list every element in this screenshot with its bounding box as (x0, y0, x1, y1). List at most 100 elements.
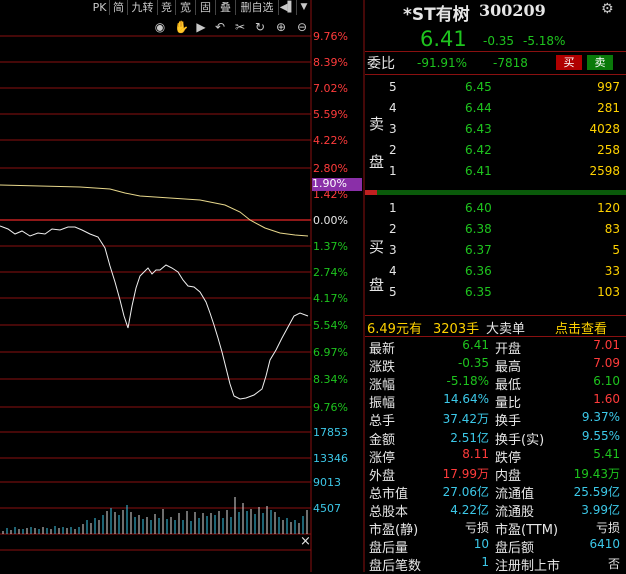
stat-value: 亏损 (464, 521, 489, 535)
stat-label: 最高 (495, 360, 522, 376)
order-level: 2 (389, 222, 397, 236)
stat-row: 盘后笔数 1 注册制上市 否 (365, 555, 626, 574)
stat-label: 注册制上市 (495, 559, 561, 574)
stat-value: 19.43万 (573, 466, 620, 481)
axis-label-pct: 7.02% (313, 82, 348, 95)
weibi-ratio: -91.91% (417, 56, 468, 70)
order-price: 6.35 (465, 285, 492, 299)
order-price: 6.36 (465, 264, 492, 278)
volume-bars (2, 497, 308, 534)
volume-axis-label: 4507 (313, 502, 341, 515)
stat-row: 外盘 17.99万 内盘 19.43万 (365, 465, 626, 484)
bigorder-link[interactable]: 点击查看 (555, 318, 607, 337)
stat-value: 37.42万 (442, 412, 489, 427)
stat-label: 涨停 (369, 450, 396, 466)
stat-row: 涨停 8.11 跌停 5.41 (365, 446, 626, 466)
stat-value: 17.99万 (442, 466, 489, 481)
buy-order-row[interactable]: 4 6.36 33 (365, 264, 626, 285)
stat-row: 总股本 4.22亿 流通股 3.99亿 (365, 501, 626, 520)
order-level: 4 (389, 264, 397, 278)
order-volume: 103 (597, 285, 620, 299)
stat-label: 振幅 (369, 396, 396, 412)
stat-value: 10 (473, 537, 489, 552)
stat-label: 流通股 (495, 504, 535, 520)
sell-order-row[interactable]: 5 6.45 997 (365, 80, 626, 101)
sell-order-row[interactable]: 4 6.44 281 (365, 101, 626, 122)
stat-value: 5.41 (593, 446, 620, 461)
stat-row: 金额 2.51亿 换手(实) 9.55% (365, 429, 626, 448)
stat-value: 3.99亿 (581, 502, 620, 517)
stat-label: 外盘 (369, 468, 396, 484)
axis-label-pct: 5.54% (313, 319, 348, 332)
stat-row: 总手 37.42万 换手 9.37% (365, 410, 626, 430)
stat-value: 6.41 (462, 338, 489, 352)
quote-panel: *ST有树 300209 ⚙ 6.41 -0.35 -5.18% 委比 -91.… (365, 0, 626, 574)
axis-label-pct: 9.76% (313, 30, 348, 43)
stat-value: 14.64% (443, 392, 489, 407)
order-volume: 83 (604, 222, 620, 236)
stat-label: 总股本 (369, 504, 409, 520)
order-level: 1 (389, 201, 397, 215)
intraday-chart[interactable] (0, 0, 365, 572)
axis-label-pct: 9.76% (313, 401, 348, 414)
order-volume: 258 (597, 143, 620, 157)
order-level: 2 (389, 143, 397, 157)
stat-label: 跌停 (495, 450, 522, 466)
stat-label: 总手 (369, 414, 396, 430)
stat-label: 开盘 (495, 342, 522, 357)
order-level: 1 (389, 164, 397, 178)
stat-value: 7.01 (593, 338, 620, 352)
stat-label: 涨幅 (369, 378, 396, 394)
stat-row: 市盈(静) 亏损 市盈(TTM) 亏损 (365, 519, 626, 538)
axis-label-pct: 2.80% (313, 162, 348, 175)
buy-order-row[interactable]: 5 6.35 103 (365, 285, 626, 306)
current-pct-badge: 1.90% (312, 178, 362, 191)
sell-order-row[interactable]: 2 6.42 258 (365, 143, 626, 164)
sell-order-row[interactable]: 1 6.41 2598 (365, 164, 626, 185)
order-price: 6.41 (465, 164, 492, 178)
bigorder-label: 大卖单 (486, 322, 526, 337)
stat-value: 1.60 (593, 392, 620, 407)
stat-label: 内盘 (495, 468, 522, 484)
order-price: 6.42 (465, 143, 492, 157)
last-price: 6.41 (420, 27, 467, 51)
buy-order-row[interactable]: 1 6.40 120 (365, 201, 626, 222)
order-volume: 33 (604, 264, 620, 278)
close-icon[interactable]: × (300, 535, 311, 548)
stat-row: 盘后量 10 盘后额 6410 (365, 537, 626, 557)
stat-label: 换手(实) (495, 432, 545, 448)
order-price: 6.38 (465, 222, 492, 236)
stat-row: 振幅 14.64% 量比 1.60 (365, 392, 626, 412)
stock-name: *ST有树 (403, 5, 470, 25)
order-volume: 120 (597, 201, 620, 215)
stat-value: 25.59亿 (573, 484, 620, 499)
order-volume: 281 (597, 101, 620, 115)
stock-code: 300209 (479, 1, 546, 20)
stat-label: 量比 (495, 396, 522, 412)
bigorder-qty: 3203手 (433, 322, 480, 337)
axis-label-pct: 6.97% (313, 346, 348, 359)
stat-label: 市盈(静) (369, 523, 419, 538)
order-level: 5 (389, 285, 397, 299)
stat-label: 最低 (495, 378, 522, 394)
volume-axis-label: 9013 (313, 476, 341, 489)
stat-value: 亏损 (595, 521, 620, 535)
weibi-label: 委比 (367, 56, 395, 72)
buy-order-row[interactable]: 2 6.38 83 (365, 222, 626, 243)
order-price: 6.44 (465, 101, 492, 115)
weibi-diff: -7818 (493, 56, 528, 70)
stat-value: 7.09 (593, 356, 620, 371)
gear-icon[interactable]: ⚙ (601, 1, 614, 17)
stat-label: 盘后额 (495, 541, 535, 557)
stat-value: 8.11 (462, 446, 489, 461)
buy-order-row[interactable]: 3 6.37 5 (365, 243, 626, 264)
axis-label-pct: 0.00% (313, 214, 348, 227)
axis-label-pct: 8.39% (313, 56, 348, 69)
stat-value: 否 (607, 557, 620, 572)
average-price-line (0, 184, 309, 237)
stat-row: 总市值 27.06亿 流通值 25.59亿 (365, 483, 626, 502)
sell-order-row[interactable]: 3 6.43 4028 (365, 122, 626, 143)
buy-button[interactable]: 买 (556, 55, 582, 70)
sell-button[interactable]: 卖 (587, 55, 613, 70)
axis-label-pct: 4.17% (313, 292, 348, 305)
